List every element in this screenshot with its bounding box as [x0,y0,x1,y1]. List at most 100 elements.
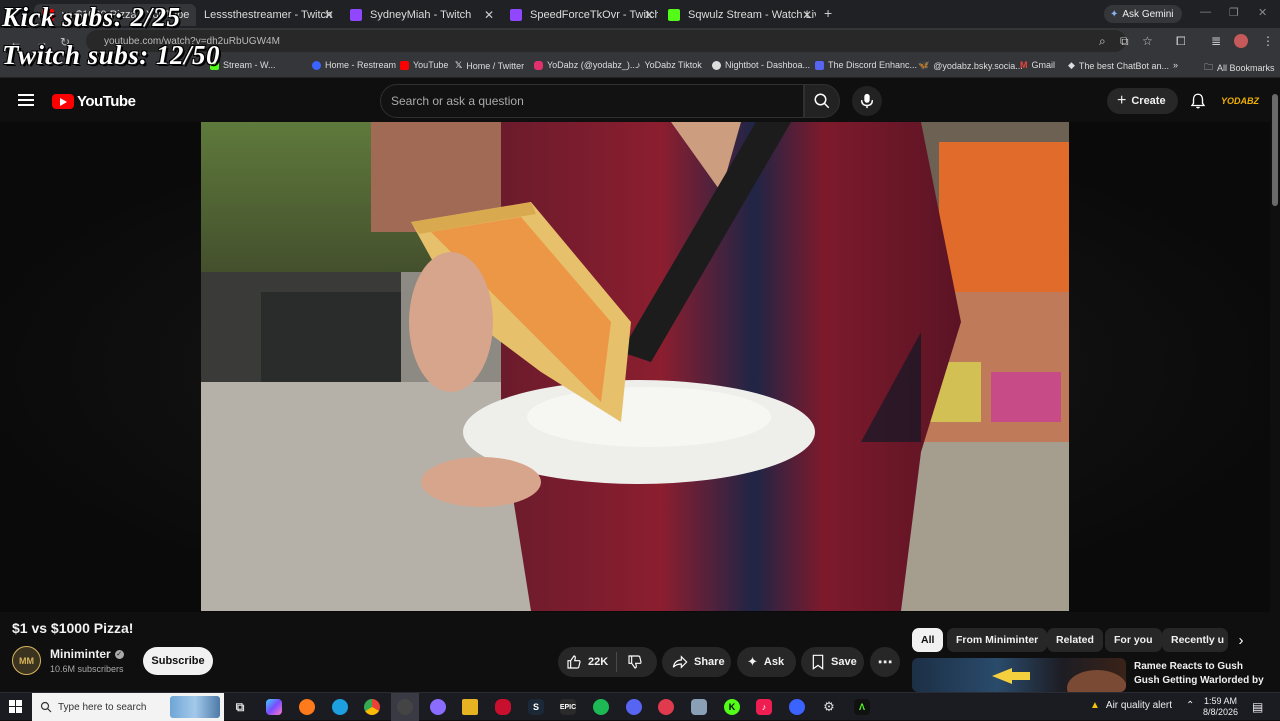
subscribe-button[interactable]: Subscribe [143,647,213,675]
close-tab-icon[interactable]: ✕ [324,8,334,22]
profile-avatar[interactable] [1234,34,1248,48]
zoom-icon[interactable]: ⌕ [1099,34,1106,49]
chip-all[interactable]: All [912,628,944,652]
create-button[interactable]: + Create [1107,88,1178,114]
bookmark-item[interactable]: YouTube [400,60,448,70]
restream-app-icon[interactable] [789,699,805,715]
all-bookmarks-folder[interactable]: 🗀 All Bookmarks [1204,60,1275,76]
settings-gear-icon[interactable]: ⚙ [821,699,837,715]
recommendation-thumbnail[interactable] [912,658,1126,692]
scrollbar-thumb[interactable] [1272,94,1278,206]
create-label: Create [1131,95,1166,107]
bookmark-item[interactable]: YoDabz (@yodabz_)... [534,60,637,70]
search-icon [814,93,830,109]
notepad-icon[interactable] [691,699,707,715]
close-tab-icon[interactable]: ✕ [644,8,654,22]
bookmark-item[interactable]: Home - Restream [312,60,396,70]
chip-for-you[interactable]: For you [1105,628,1162,652]
bookmark-item[interactable]: 𝕏 Home / Twitter [455,60,524,71]
recommendation-title[interactable]: Ramee Reacts to Gush Gush Getting Warlor… [1134,660,1264,688]
kick-subs-overlay: Kick subs: 2/25 [2,2,181,32]
ask-label: Ask [763,656,785,668]
channel-avatar[interactable]: MM [12,646,41,675]
cast-icon[interactable]: ⧉ [1120,34,1129,49]
ask-gemini-label: Ask Gemini [1122,8,1174,20]
system-clock[interactable]: 1:59 AM 8/8/2026 [1203,696,1238,718]
bookmark-item[interactable]: Nightbot - Dashboa... [712,60,810,70]
like-button[interactable]: 22K [558,654,616,670]
save-button[interactable]: Save [801,647,864,677]
new-tab-button[interactable]: + [824,5,832,21]
search-button[interactable] [804,84,840,118]
plus-icon: + [1117,92,1127,109]
epic-games-icon[interactable]: EPIC [560,699,576,715]
kick-favicon-icon [668,9,680,21]
chatbot-icon: ◆ [1068,60,1075,70]
copilot-icon[interactable] [266,699,282,715]
bookmark-item[interactable]: 🦋 @yodabz.bsky.socia... [918,60,1023,71]
close-tab-icon[interactable]: ✕ [484,8,494,22]
firefox-icon[interactable] [299,699,315,715]
tab-kick-sqwulz[interactable]: Sqwulz Stream - Watch Live on ✕ [660,4,816,26]
taskbar-search-input[interactable]: Type here to search [32,693,224,721]
obs-icon[interactable] [397,699,413,715]
app-green-a-icon[interactable]: Λ [854,699,870,715]
chevron-up-icon[interactable]: ⌃ [1186,700,1194,711]
edge-icon[interactable] [332,699,348,715]
maximize-icon[interactable]: ❐ [1229,6,1239,19]
share-label: Share [694,656,725,668]
save-label: Save [831,656,857,668]
bookmark-item[interactable]: The Discord Enhanc... [815,60,917,70]
chip-recently-uploaded[interactable]: Recently u [1162,628,1228,652]
bookmark-item[interactable]: M Gmail [1020,60,1055,70]
close-tab-icon[interactable]: ✕ [802,8,812,22]
tab-twitch-speedforce[interactable]: SpeedForceTkOvr - Twitch ✕ [502,4,658,26]
menu-dots-icon[interactable]: ⋮ [1262,34,1274,48]
account-avatar[interactable]: YODABZ [1221,90,1259,112]
dislike-button[interactable] [617,654,653,670]
hamburger-menu-icon[interactable] [18,94,34,106]
extensions-icon[interactable]: ⧠ [1176,34,1186,49]
ask-gemini-button[interactable]: ✦ Ask Gemini [1104,5,1182,23]
app-pink-icon[interactable] [658,699,674,715]
windows-start-icon[interactable] [9,700,23,714]
share-button[interactable]: Share [662,647,731,677]
steam-icon[interactable]: S [528,699,544,715]
tiktok-app-icon[interactable]: ♪ [756,699,772,715]
channel-name[interactable]: Miniminter ✓ [50,647,124,661]
spotify-icon[interactable] [593,699,609,715]
fingerprint-app-icon[interactable] [430,699,446,715]
more-actions-button[interactable]: ⋯ [870,647,900,677]
minimize-icon[interactable]: — [1200,6,1211,18]
close-window-icon[interactable]: ✕ [1258,6,1267,19]
task-view-icon[interactable]: ⧉ [232,699,248,715]
chip-related[interactable]: Related [1047,628,1103,652]
voice-search-button[interactable] [852,86,882,116]
more-bookmarks-icon[interactable]: » [1173,60,1178,70]
tab-twitch-sydney[interactable]: SydneyMiah - Twitch ✕ [342,4,498,26]
youtube-logo[interactable]: YouTube [52,93,136,110]
tab-label: SydneyMiah - Twitch [370,9,472,21]
air-quality-alert[interactable]: ▲ Air quality alert ⌃ [1090,700,1194,711]
search-input[interactable]: Search or ask a question [380,84,804,118]
notifications-bell-icon[interactable] [1189,92,1207,115]
ask-button[interactable]: ✦ Ask [737,647,796,677]
app-red-icon[interactable] [495,699,511,715]
browser-tab-strip: vs $1000 Pizza - YouTube Lesssthestreame… [0,0,1280,28]
file-explorer-icon[interactable] [462,699,478,715]
bookmark-item[interactable]: ♪ YoDabz Tiktok [636,60,702,70]
thumbs-up-icon [567,655,581,669]
chip-from-miniminter[interactable]: From Miniminter [947,628,1048,652]
chrome-icon[interactable] [364,699,380,715]
url-bar[interactable]: youtube.com/watch?v=dh2uRbUGW4M [86,30,1126,52]
tab-twitch-lesss[interactable]: Lesssthestreamer - Twitch ✕ [196,4,338,26]
bookmark-star-icon[interactable]: ☆ [1142,34,1153,48]
kick-app-icon[interactable]: K [724,699,740,715]
chevron-right-icon[interactable]: › [1230,628,1252,652]
notifications-icon[interactable]: ▤ [1252,700,1263,714]
bookmark-item[interactable]: ◆ The best ChatBot an... [1068,60,1169,71]
bluesky-butterfly-icon: 🦋 [918,60,930,70]
media-icon[interactable]: ≣ [1211,34,1221,48]
video-player[interactable] [201,122,1069,611]
discord-icon[interactable] [626,699,642,715]
